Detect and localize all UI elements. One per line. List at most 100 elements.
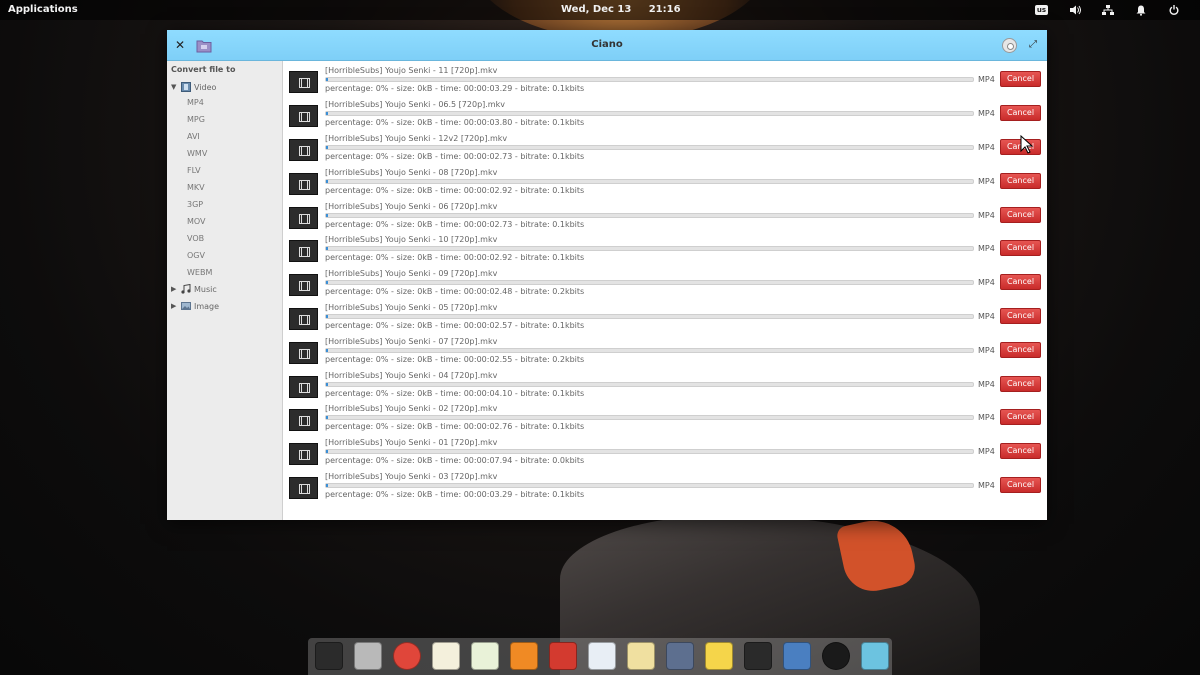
converter-icon[interactable] — [783, 642, 811, 670]
conversion-status: percentage: 0% - size: 0kB - time: 00:00… — [325, 490, 585, 499]
sidebar-item-video[interactable]: ▼ Video — [171, 81, 216, 93]
conversion-status: percentage: 0% - size: 0kB - time: 00:00… — [325, 118, 585, 127]
terminal-icon[interactable] — [315, 642, 343, 670]
camera-icon[interactable] — [822, 642, 850, 670]
progress-fill — [326, 214, 328, 217]
list-item: [HorribleSubs] Youjo Senki - 04 [720p].m… — [284, 369, 1047, 403]
progress-fill — [326, 146, 328, 149]
progress-fill — [326, 416, 328, 419]
format-mov[interactable]: MOV — [187, 216, 206, 228]
network-icon[interactable] — [1091, 2, 1124, 18]
target-format: MP4 — [978, 346, 995, 355]
collapsed-arrow-icon: ▶ — [171, 285, 177, 293]
progress-bar — [325, 213, 974, 218]
expanded-arrow-icon: ▼ — [171, 83, 177, 91]
collapsed-arrow-icon: ▶ — [171, 302, 177, 310]
sidebar: Convert file to ▼ Video MP4 MPG AVI WMV … — [167, 61, 283, 520]
sidebar-item-music[interactable]: ▶ Music — [171, 283, 217, 295]
progress-fill — [326, 450, 328, 453]
list-item: [HorribleSubs] Youjo Senki - 05 [720p].m… — [284, 301, 1047, 335]
format-webm[interactable]: WEBM — [187, 267, 212, 279]
cancel-button[interactable]: Cancel — [1000, 477, 1041, 493]
list-item: [HorribleSubs] Youjo Senki - 12v2 [720p]… — [284, 132, 1047, 166]
format-ogv[interactable]: OGV — [187, 250, 205, 262]
cancel-button[interactable]: Cancel — [1000, 173, 1041, 189]
format-avi[interactable]: AVI — [187, 131, 200, 143]
cancel-button[interactable]: Cancel — [1000, 376, 1041, 392]
sync-icon[interactable] — [861, 642, 889, 670]
cancel-button[interactable]: Cancel — [1000, 443, 1041, 459]
video-file-icon — [289, 240, 318, 262]
appcenter-icon[interactable] — [666, 642, 694, 670]
format-mkv[interactable]: MKV — [187, 182, 205, 194]
progress-bar — [325, 77, 974, 82]
file-name: [HorribleSubs] Youjo Senki - 03 [720p].m… — [325, 472, 498, 481]
format-flv[interactable]: FLV — [187, 165, 201, 177]
cancel-button[interactable]: Cancel — [1000, 342, 1041, 358]
conversion-status: percentage: 0% - size: 0kB - time: 00:00… — [325, 186, 585, 195]
mail-icon[interactable] — [627, 642, 655, 670]
conversion-list: [HorribleSubs] Youjo Senki - 11 [720p].m… — [284, 61, 1047, 520]
cancel-button[interactable]: Cancel — [1000, 105, 1041, 121]
target-format: MP4 — [978, 312, 995, 321]
keyboard-indicator[interactable]: us — [1025, 2, 1058, 18]
conversion-status: percentage: 0% - size: 0kB - time: 00:00… — [325, 355, 585, 364]
sidebar-item-image[interactable]: ▶ Image — [171, 300, 219, 312]
titlebar: ✕ Ciano ⤢ — [167, 30, 1047, 61]
list-item: [HorribleSubs] Youjo Senki - 07 [720p].m… — [284, 335, 1047, 369]
format-vob[interactable]: VOB — [187, 233, 204, 245]
settings-toggle-icon[interactable] — [588, 642, 616, 670]
cancel-button[interactable]: Cancel — [1000, 240, 1041, 256]
progress-bar — [325, 314, 974, 319]
conversion-status: percentage: 0% - size: 0kB - time: 00:00… — [325, 456, 585, 465]
target-format: MP4 — [978, 177, 995, 186]
cancel-button[interactable]: Cancel — [1000, 274, 1041, 290]
progress-fill — [326, 315, 328, 318]
file-name: [HorribleSubs] Youjo Senki - 09 [720p].m… — [325, 269, 498, 278]
sidebar-heading: Convert file to — [171, 65, 236, 74]
notes-icon[interactable] — [705, 642, 733, 670]
video-file-icon — [289, 105, 318, 127]
notifications-icon[interactable] — [1124, 2, 1157, 18]
list-item: [HorribleSubs] Youjo Senki - 01 [720p].m… — [284, 436, 1047, 470]
cancel-button[interactable]: Cancel — [1000, 71, 1041, 87]
cancel-button[interactable]: Cancel — [1000, 308, 1041, 324]
format-mp4[interactable]: MP4 — [187, 97, 204, 109]
target-format: MP4 — [978, 278, 995, 287]
progress-bar — [325, 449, 974, 454]
screencast-icon[interactable] — [744, 642, 772, 670]
video-file-icon — [289, 409, 318, 431]
progress-bar — [325, 246, 974, 251]
target-format: MP4 — [978, 211, 995, 220]
volume-icon[interactable] — [1058, 2, 1091, 18]
chrome-icon[interactable] — [393, 642, 421, 670]
video-file-icon — [289, 207, 318, 229]
applications-menu[interactable]: Applications — [8, 4, 78, 15]
file-name: [HorribleSubs] Youjo Senki - 05 [720p].m… — [325, 303, 498, 312]
target-format: MP4 — [978, 109, 995, 118]
video-file-icon — [289, 477, 318, 499]
cancel-button[interactable]: Cancel — [1000, 409, 1041, 425]
file-name: [HorribleSubs] Youjo Senki - 12v2 [720p]… — [325, 134, 508, 143]
cancel-button[interactable]: Cancel — [1000, 207, 1041, 223]
mouse-pointer-icon — [1020, 135, 1034, 154]
panel-clock[interactable]: Wed, Dec 13 21:16 — [561, 4, 681, 15]
video-file-icon — [289, 376, 318, 398]
format-wmv[interactable]: WMV — [187, 148, 207, 160]
power-icon[interactable] — [1157, 2, 1190, 18]
spreadsheet-icon[interactable] — [471, 642, 499, 670]
conversion-status: percentage: 0% - size: 0kB - time: 00:00… — [325, 422, 585, 431]
maximize-button[interactable]: ⤢ — [1027, 39, 1039, 51]
music-icon[interactable] — [510, 642, 538, 670]
file-name: [HorribleSubs] Youjo Senki - 07 [720p].m… — [325, 337, 498, 346]
code-editor-icon[interactable] — [432, 642, 460, 670]
files-icon[interactable] — [354, 642, 382, 670]
target-format: MP4 — [978, 413, 995, 422]
settings-gear-button[interactable] — [1002, 38, 1017, 53]
video-player-icon[interactable] — [549, 642, 577, 670]
file-name: [HorribleSubs] Youjo Senki - 06.5 [720p]… — [325, 100, 505, 109]
video-file-icon — [289, 342, 318, 364]
format-mpg[interactable]: MPG — [187, 114, 205, 126]
format-3gp[interactable]: 3GP — [187, 199, 203, 211]
top-panel: Applications Wed, Dec 13 21:16 us — [0, 0, 1200, 20]
